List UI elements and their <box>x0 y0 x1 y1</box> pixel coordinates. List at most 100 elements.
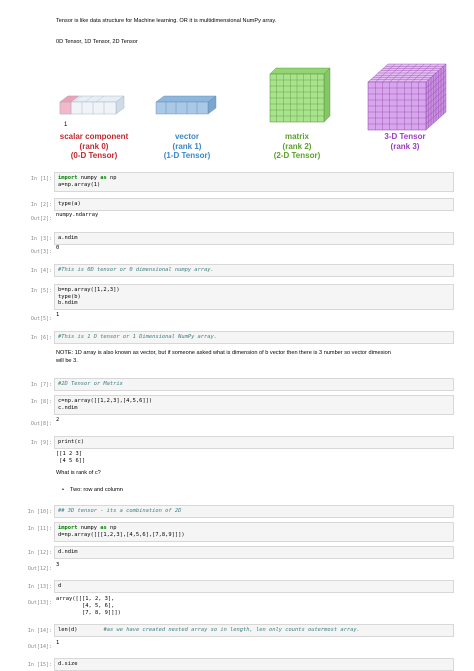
matrix-label-rank: (rank 2) <box>282 141 312 151</box>
code-line: d <box>58 583 62 589</box>
matrix-label-dim: (2-D Tensor) <box>273 151 321 160</box>
answer-bullet: Two: row and column <box>70 487 123 493</box>
bullet-dot: • <box>62 487 64 493</box>
prompt-in-10: In [10]: <box>27 509 52 515</box>
prompt-out-14: Out[14]: <box>27 644 52 650</box>
scalar-label-dim: (0-D Tensor) <box>70 151 118 160</box>
scalar-cells <box>59 95 125 115</box>
tensor-figure: 1 scalar component (rank 0) (0-D Tensor)… <box>56 60 456 170</box>
output-3: 0 <box>56 245 60 251</box>
code-line: d.ndim <box>58 549 78 555</box>
code-cell-4[interactable]: #This is 0D tensor or 0 dimensional nump… <box>54 264 454 277</box>
code-line: c.ndim <box>58 404 78 411</box>
code-line: d.size <box>58 661 78 667</box>
code-token: np <box>106 175 117 181</box>
prompt-in-15: In [15]: <box>27 662 52 668</box>
note-line-2: will be 3. <box>56 358 78 364</box>
output-8: 2 <box>56 417 60 423</box>
output-9-line-1: [[1 2 3] <box>56 451 82 457</box>
code-cell-7[interactable]: #2D Tensor or Matrix <box>54 378 454 391</box>
vector-cells <box>155 95 217 115</box>
prompt-out-8: Out[8]: <box>30 421 52 427</box>
code-token: np <box>106 525 117 531</box>
code-cell-12[interactable]: d.ndim <box>54 546 454 559</box>
code-cell-14[interactable]: len(d) #as we have created nested array s… <box>54 624 454 637</box>
prompt-out-12: Out[12]: <box>27 566 52 572</box>
tensor3d-label: 3-D Tensor (rank 3) <box>366 132 444 151</box>
prompt-in-2: In [2]: <box>30 202 52 208</box>
code-line: a.ndim <box>58 235 78 241</box>
code-cell-3[interactable]: a.ndim <box>54 232 454 245</box>
vector-label: vector (rank 1) (1-D Tensor) <box>152 132 222 161</box>
code-cell-2[interactable]: type(a) <box>54 198 454 211</box>
prompt-in-13: In [13]: <box>27 584 52 590</box>
code-comment: #This is 1 D tensor or 1 Dimensional Num… <box>58 334 218 340</box>
prompt-in-11: In [11]: <box>27 526 52 532</box>
intro-line-2: 0D Tensor, 1D Tensor, 2D Tensor <box>56 39 138 45</box>
vector-label-dim: (1-D Tensor) <box>163 151 211 160</box>
code-line: len(d) <box>58 627 78 633</box>
scalar-label-title: scalar component <box>59 132 129 141</box>
prompt-in-3: In [3]: <box>30 236 52 242</box>
matrix-label: matrix (rank 2) (2-D Tensor) <box>262 132 332 161</box>
output-13-line-2: [4, 5, 6], <box>56 603 115 609</box>
prompt-in-12: In [12]: <box>27 550 52 556</box>
scalar-marker: 1 <box>64 122 68 128</box>
code-line: b.ndim <box>58 300 78 307</box>
code-line: b=np.array([1,2,3]) <box>58 287 120 293</box>
matrix-label-title: matrix <box>284 132 309 141</box>
code-cell-11[interactable]: import numpy as np d=np.array([[[1,2,3],… <box>54 522 454 542</box>
code-line: type(a) <box>58 201 81 207</box>
prompt-in-5: In [5]: <box>30 288 52 294</box>
output-14: 1 <box>56 640 60 646</box>
vector-label-title: vector <box>174 132 199 141</box>
code-line: a=np.array(1) <box>58 181 101 188</box>
prompt-in-7: In [7]: <box>30 382 52 388</box>
output-12: 3 <box>56 562 60 568</box>
scalar-label: scalar component (rank 0) (0-D Tensor) <box>50 132 138 161</box>
prompt-in-1: In [1]: <box>30 176 52 182</box>
code-line: type(b) <box>58 293 81 300</box>
code-line: c=np.array([[1,2,3],[4,5,6]]) <box>58 398 153 404</box>
question-text: What is rank of c? <box>56 470 101 476</box>
prompt-out-13: Out[13]: <box>27 600 52 606</box>
code-cell-1[interactable]: import numpy as np a=np.array(1) <box>54 172 454 192</box>
prompt-in-9: In [9]: <box>30 440 52 446</box>
code-cell-6[interactable]: #This is 1 D tensor or 1 Dimensional Num… <box>54 331 454 344</box>
prompt-in-4: In [4]: <box>30 268 52 274</box>
output-9-line-2: [4 5 6]] <box>56 458 86 464</box>
code-cell-15[interactable]: d.size <box>54 658 454 671</box>
prompt-in-14: In [14]: <box>27 628 52 634</box>
prompt-out-5: Out[5]: <box>30 316 52 322</box>
prompt-in-6: In [6]: <box>30 335 52 341</box>
tensor3d-label-title: 3-D Tensor <box>384 132 426 141</box>
output-5: 1 <box>56 312 60 318</box>
code-token: numpy <box>77 175 101 181</box>
intro-line-1: Tensor is like data structure for Machin… <box>56 18 277 24</box>
prompt-out-3: Out[3]: <box>30 249 52 255</box>
code-cell-10[interactable]: ## 3D tensor - its a combination of 2D <box>54 505 454 518</box>
prompt-in-8: In [8]: <box>30 399 52 405</box>
code-token: numpy <box>77 525 101 531</box>
keyword-import: import <box>58 525 78 531</box>
code-line: d=np.array([[[1,2,3],[4,5,6],[7,8,9]]]) <box>58 531 185 538</box>
code-comment: ## 3D tensor - its a combination of 2D <box>58 508 182 514</box>
prompt-out-2: Out[2]: <box>30 216 52 222</box>
code-cell-9[interactable]: print(c) <box>54 436 454 449</box>
code-comment: #as we have created nested array so in l… <box>103 627 360 633</box>
note-line-1: NOTE: 1D array is also known as vector, … <box>56 350 391 356</box>
scalar-label-rank: (rank 0) <box>79 141 109 151</box>
code-comment: #This is 0D tensor or 0 dimensional nump… <box>58 267 214 273</box>
keyword-import: import <box>58 175 78 181</box>
code-cell-8[interactable]: c=np.array([[1,2,3],[4,5,6]]) c.ndim <box>54 395 454 415</box>
code-line: print(c) <box>58 439 84 445</box>
code-cell-13[interactable]: d <box>54 580 454 593</box>
code-cell-5[interactable]: b=np.array([1,2,3]) type(b) b.ndim <box>54 284 454 310</box>
tensor3d-label-rank: (rank 3) <box>390 141 420 151</box>
vector-label-rank: (rank 1) <box>172 141 202 151</box>
matrix-cells <box>269 67 331 123</box>
code-comment: #2D Tensor or Matrix <box>58 381 123 387</box>
output-13-line-1: array([[[1, 2, 3], <box>56 596 115 602</box>
output-2: numpy.ndarray <box>56 212 99 218</box>
tensor-3d-cells <box>367 63 447 131</box>
